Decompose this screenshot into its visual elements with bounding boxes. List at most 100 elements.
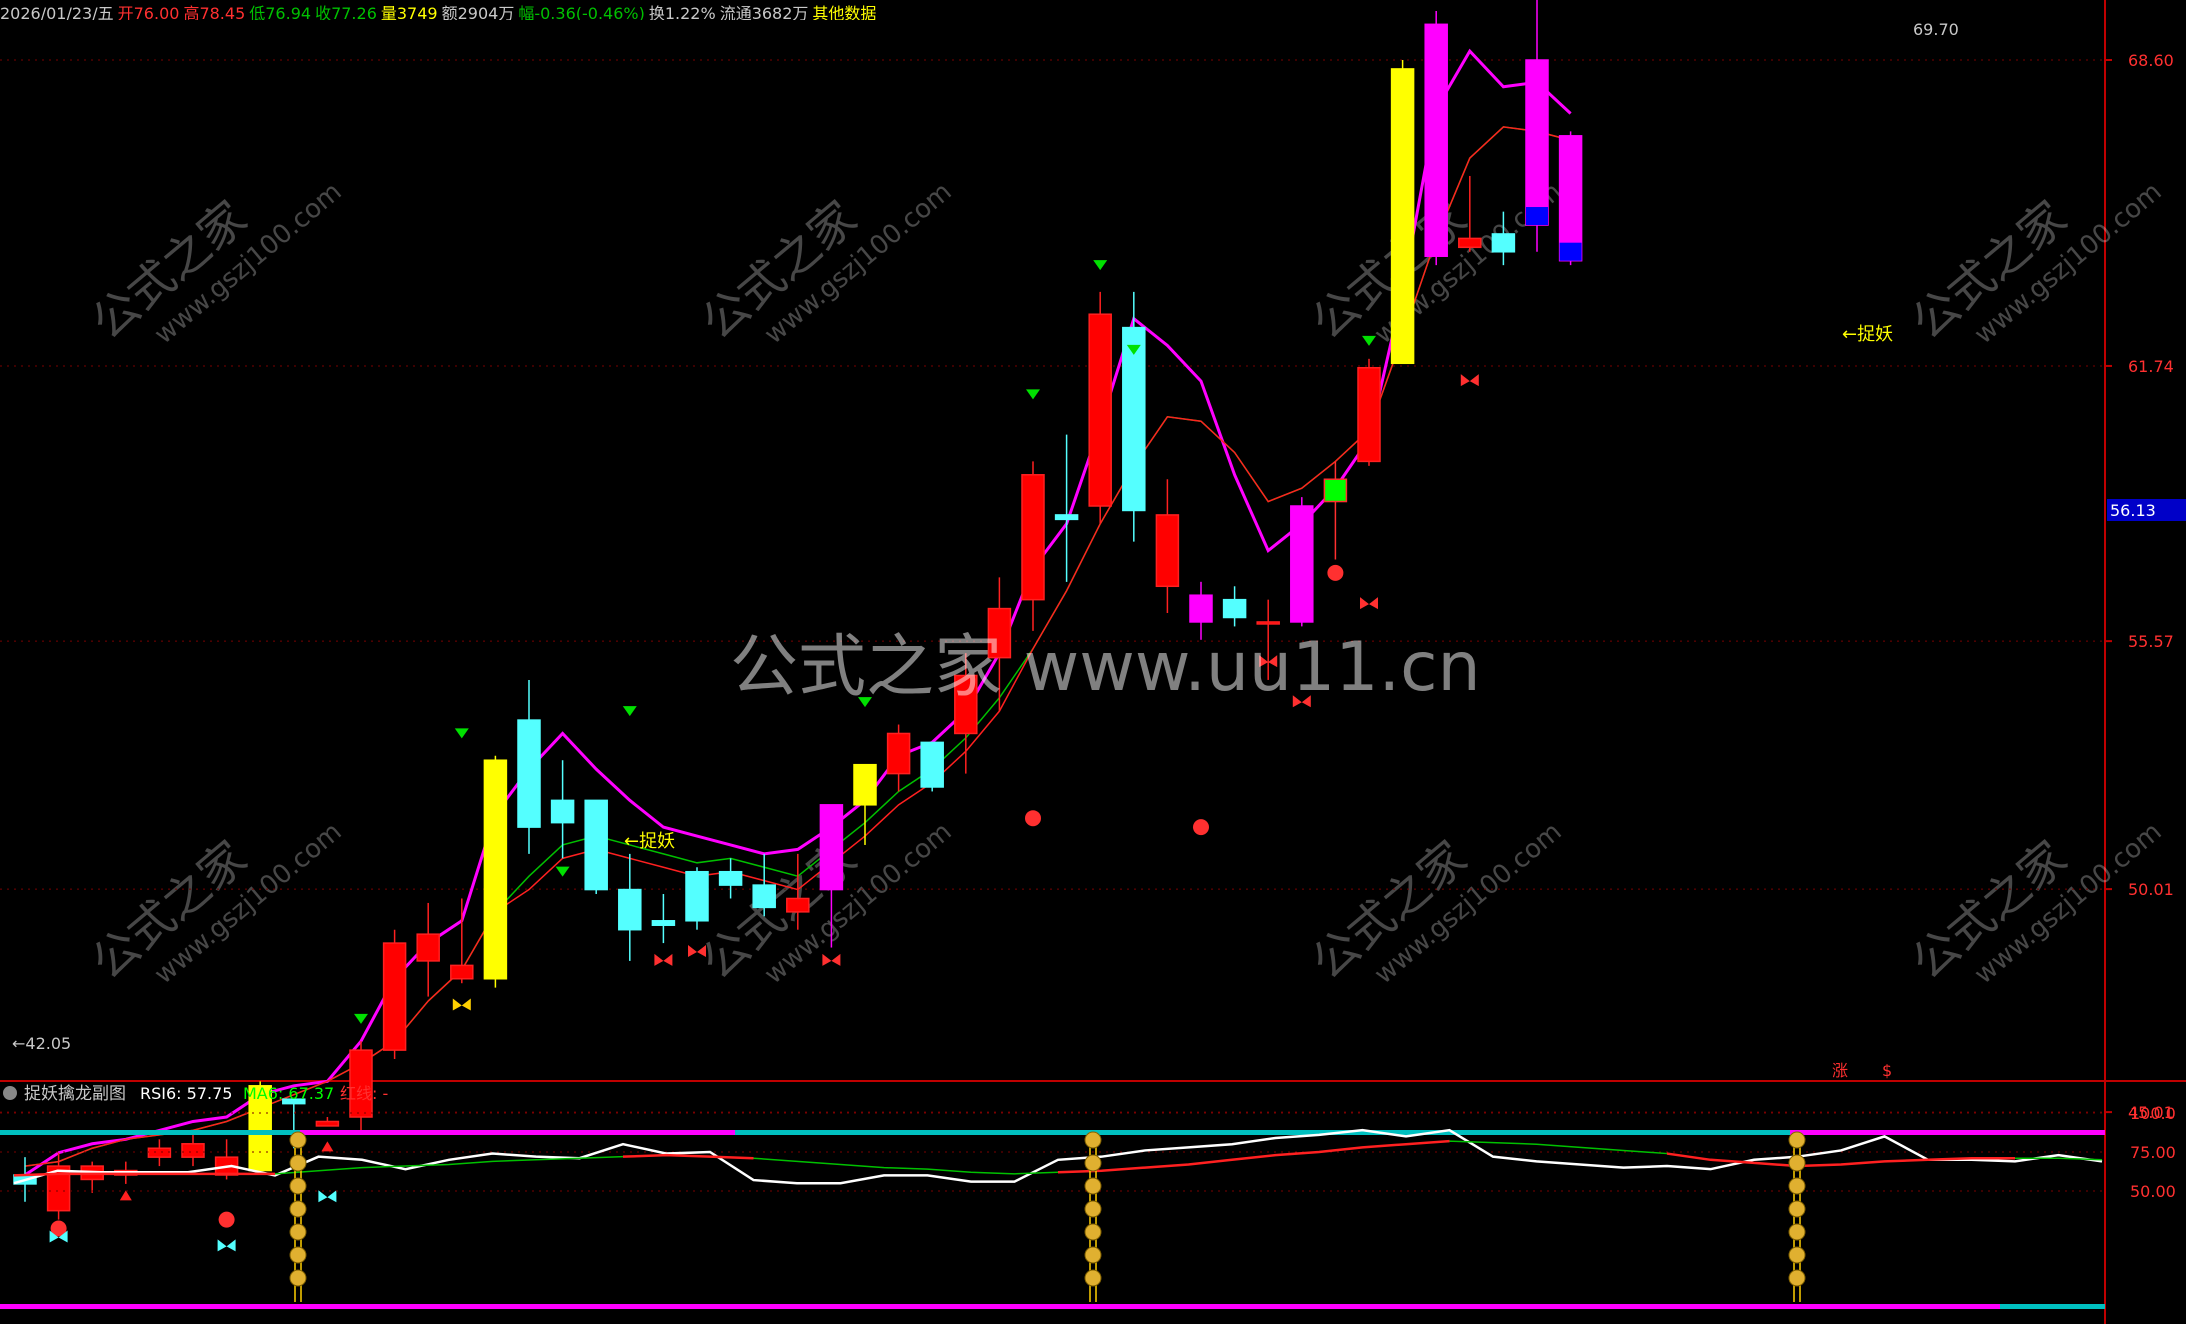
ma-label: MA6: 67.37 — [243, 1084, 334, 1103]
coin-icon — [1084, 1177, 1102, 1195]
candle-body — [1558, 135, 1583, 262]
candle-body — [181, 1143, 205, 1158]
butterfly-icon — [318, 1190, 337, 1203]
candle-body — [1155, 514, 1180, 588]
axis-label: 68.60 — [2128, 51, 2174, 70]
coin-icon — [1084, 1131, 1102, 1149]
coin-icon — [1084, 1223, 1102, 1241]
red-line-segment — [1666, 1152, 2015, 1168]
coin-icon — [289, 1200, 307, 1218]
coin-icon — [1788, 1154, 1806, 1172]
candle-body — [1189, 594, 1213, 623]
sub-axis-label: 50.00 — [2130, 1182, 2176, 1201]
candle-body — [853, 763, 877, 806]
rsi-label: RSI6: 57.75 — [140, 1084, 232, 1103]
watermark-tile: 公式之家www.gszj100.com — [1901, 177, 2167, 350]
candle-body — [450, 964, 474, 980]
candle-body — [1054, 514, 1079, 521]
watermark-layer: 公式之家www.gszj100.com 公式之家www.gszj100.com 公式… — [81, 177, 2167, 990]
candle-body — [1390, 68, 1415, 365]
coin-stack-signals — [289, 1131, 1806, 1302]
candle-body — [382, 942, 407, 1051]
coin-icon — [1084, 1246, 1102, 1264]
candle-body — [618, 888, 642, 931]
coin-icon — [1788, 1223, 1806, 1241]
sell-arrow-icon — [454, 728, 469, 739]
watermark-main: 公式之家 www.uu11.cn — [730, 628, 1481, 707]
sell-arrow-icon — [1093, 260, 1108, 271]
coin-icon — [289, 1246, 307, 1264]
dollar-mark: $ — [1882, 1061, 1892, 1080]
candle-body — [718, 870, 743, 886]
candle-body — [1458, 237, 1482, 249]
coin-icon — [1788, 1131, 1806, 1149]
buy-arrow-icon — [321, 1141, 334, 1152]
candle-body — [920, 741, 944, 788]
top-band — [735, 1130, 1790, 1135]
butterfly-icon — [654, 953, 673, 966]
catch-demon-tag-2: ←捉妖 — [1842, 324, 1893, 345]
candle-body — [584, 799, 608, 891]
buy-arrow-icon — [119, 1190, 132, 1201]
watermark-tile: 公式之家www.gszj100.com — [81, 177, 347, 350]
candle-body — [416, 933, 440, 962]
candle-body — [1491, 233, 1516, 253]
coin-icon — [289, 1154, 307, 1172]
low-price-label: ←42.05 — [12, 1034, 71, 1053]
signal-ball-icon — [1193, 819, 1209, 836]
top-band — [1790, 1130, 2105, 1135]
candle-body-low — [1526, 207, 1548, 226]
candle-body — [786, 897, 810, 913]
current-price-label: 56.13 — [2110, 501, 2156, 520]
coin-icon — [1084, 1269, 1102, 1287]
candle-body — [550, 799, 575, 824]
top-band — [0, 1130, 300, 1135]
coin-icon — [1084, 1200, 1102, 1218]
coin-icon — [1788, 1269, 1806, 1287]
sub-axis-label: 100.0 — [2130, 1104, 2176, 1123]
rise-mark: 涨 — [1832, 1061, 1848, 1080]
candlestick-series — [13, 0, 1583, 1220]
candle-body — [1357, 366, 1381, 463]
butterfly-icon — [822, 953, 841, 966]
candle-body-low — [1559, 242, 1582, 261]
signal-ball-icon — [218, 1211, 235, 1228]
candle-body — [1021, 474, 1045, 601]
candle-body — [1222, 598, 1247, 619]
coin-icon — [1084, 1154, 1102, 1172]
sell-arrow-icon — [354, 1013, 368, 1024]
stock-chart[interactable]: 公式之家www.gszj100.com 公式之家www.gszj100.com 公式… — [0, 0, 2186, 1324]
butterfly-icon — [1360, 597, 1378, 610]
sell-arrow-icon — [1026, 389, 1040, 400]
sell-arrow-icon — [1362, 335, 1376, 346]
axis-label: 61.74 — [2128, 357, 2174, 376]
axis-label: 50.01 — [2128, 880, 2174, 899]
sell-arrow-icon — [555, 866, 570, 877]
coin-icon — [1788, 1200, 1806, 1218]
catch-demon-tag-1: ←捉妖 — [624, 831, 675, 852]
watermark-tile: 公式之家www.gszj100.com — [81, 817, 347, 990]
candle-body — [1088, 313, 1112, 507]
sell-arrow-icon — [622, 706, 637, 717]
sub-axis-label: 75.00 — [2130, 1143, 2176, 1162]
red-line-label: 红线: - — [340, 1084, 388, 1103]
watermark-tile: 公式之家www.gszj100.com — [691, 177, 957, 350]
collapse-icon[interactable] — [3, 1086, 17, 1100]
candle-body — [1525, 59, 1549, 226]
red-line-segment — [622, 1153, 754, 1160]
coin-icon — [289, 1177, 307, 1195]
candle-body — [819, 804, 844, 891]
coin-icon — [1788, 1177, 1806, 1195]
bottom-band — [0, 1304, 2000, 1309]
red-line-segment — [1057, 1139, 1450, 1174]
coin-icon — [289, 1131, 307, 1149]
candle-body — [1122, 326, 1146, 512]
candle-body — [651, 920, 676, 926]
candle-body — [1323, 478, 1348, 503]
candle-body — [1256, 621, 1280, 625]
candle-body — [483, 759, 508, 980]
high-price-label: 69.70 — [1913, 20, 1959, 39]
candle-body — [1424, 23, 1448, 257]
coin-icon — [1788, 1246, 1806, 1264]
candle-body — [1290, 505, 1314, 623]
